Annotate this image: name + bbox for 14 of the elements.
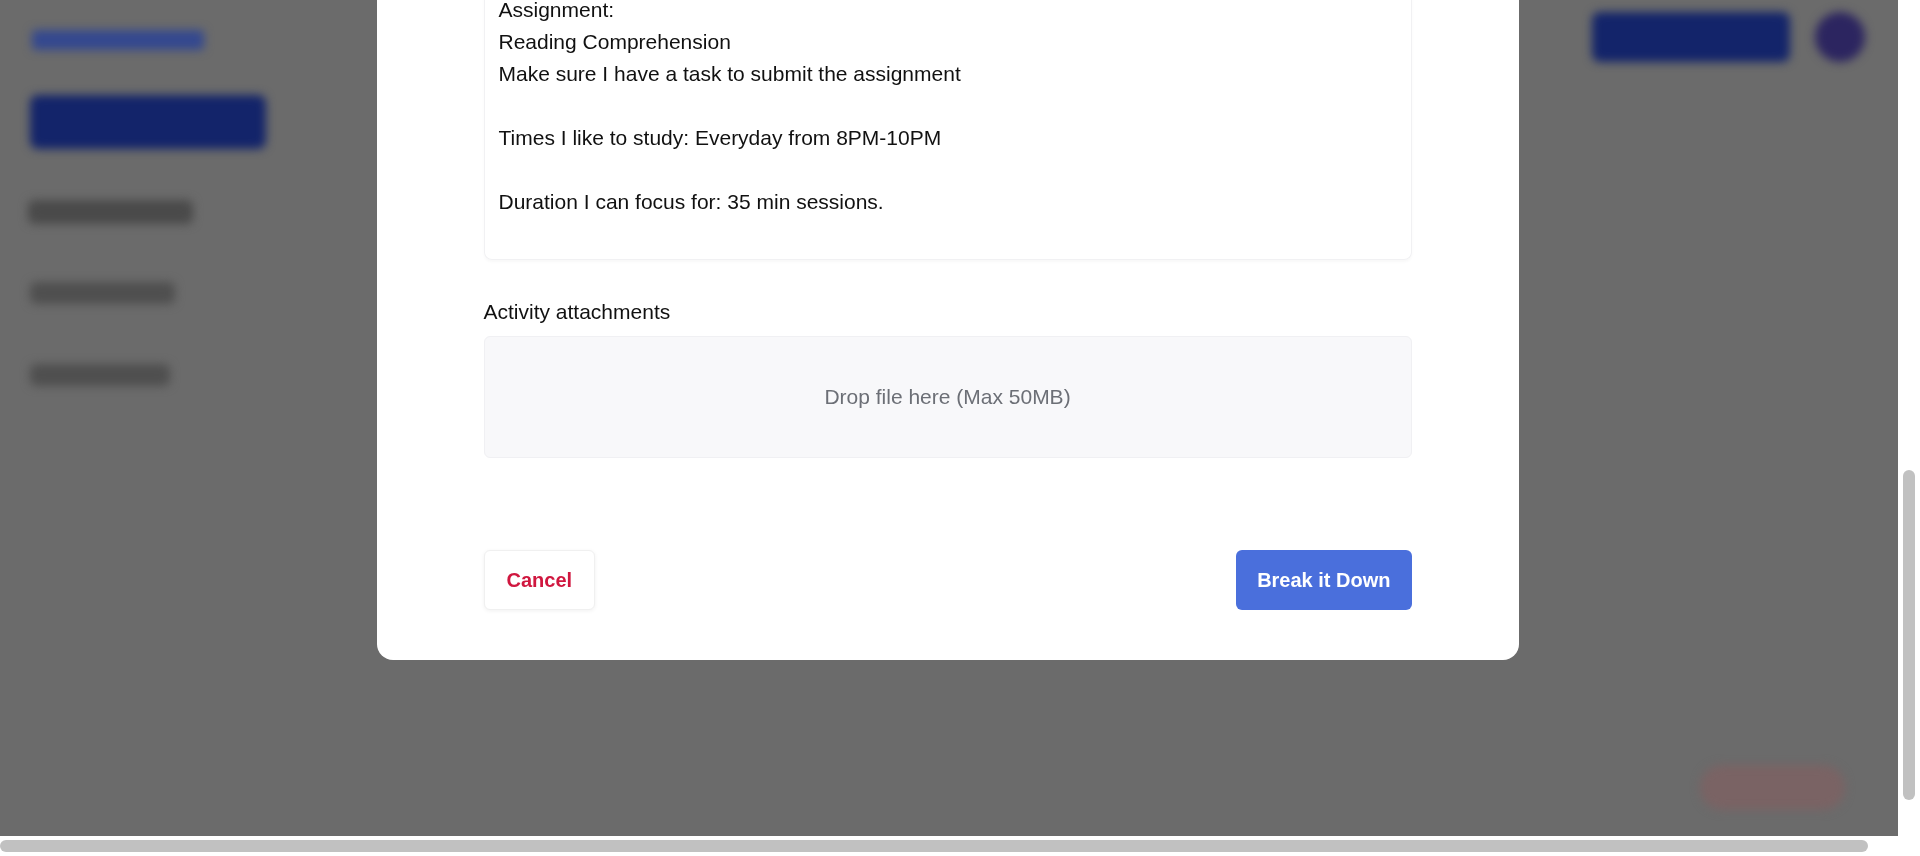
description-line: Make sure I have a task to submit the assignment bbox=[498, 61, 962, 87]
scrollbar-thumb[interactable] bbox=[1903, 470, 1915, 800]
scrollbar-thumb[interactable] bbox=[0, 840, 1868, 852]
description-line: Duration I can focus for: 35 min sessions. bbox=[498, 189, 885, 215]
description-field[interactable]: Assignment: Reading Comprehension Make sure I have a task to submit the assignment Times I like to study: Everyday from 8PM-10PM Duration I can focus for: 35 min sessions. bbox=[483, 0, 1412, 260]
cancel-button[interactable]: Cancel bbox=[483, 550, 596, 610]
description-line: Assignment: bbox=[498, 0, 616, 23]
break-it-down-button[interactable]: Break it Down bbox=[1236, 550, 1412, 610]
description-line: Times I like to study: Everyday from 8PM-10PM bbox=[498, 125, 943, 151]
file-dropzone[interactable]: Drop file here (Max 50MB) bbox=[483, 336, 1412, 458]
blurred-avatar bbox=[1815, 12, 1865, 62]
attachments-label: Activity attachments bbox=[483, 299, 672, 325]
description-line: Reading Comprehension bbox=[498, 29, 732, 55]
dropzone-text: Drop file here (Max 50MB) bbox=[824, 384, 1071, 411]
